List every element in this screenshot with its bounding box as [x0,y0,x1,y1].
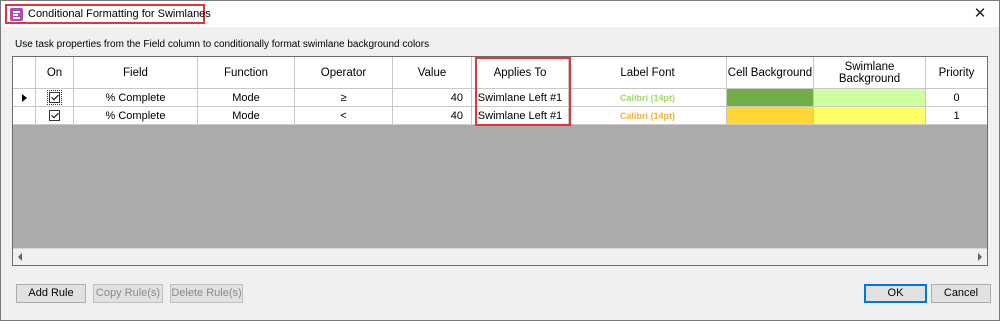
header-priority[interactable]: Priority [926,57,987,89]
swimlane-background-swatch[interactable] [814,89,926,107]
label-font-cell[interactable]: Calibri (14pt) [569,89,727,107]
table-row[interactable]: % Complete Mode < 40 Swimlane Left #1 Ca… [13,107,987,125]
grid-header-row: On Field Function Operator Value Applies… [13,57,987,89]
cancel-button[interactable]: Cancel [931,284,991,303]
function-cell[interactable]: Mode [198,89,295,107]
header-selector [13,57,36,89]
conditional-format-icon [10,8,23,21]
on-cell[interactable] [36,89,74,107]
priority-cell[interactable]: 1 [926,107,987,125]
header-function[interactable]: Function [198,57,295,89]
instructions-text: Use task properties from the Field colum… [15,39,430,50]
header-field[interactable]: Field [74,57,198,89]
current-row-arrow-icon [21,93,27,102]
value-cell[interactable]: 40 [393,89,472,107]
header-applies-to[interactable]: Applies To [472,57,569,89]
add-rule-button[interactable]: Add Rule [16,284,86,303]
on-checkbox[interactable] [47,90,62,105]
header-operator[interactable]: Operator [295,57,393,89]
scroll-right-arrow-icon[interactable] [978,253,982,261]
cell-background-swatch[interactable] [727,107,814,125]
operator-cell[interactable]: < [295,107,393,125]
table-row[interactable]: % Complete Mode ≥ 40 Swimlane Left #1 Ca… [13,89,987,107]
horizontal-scrollbar[interactable] [13,248,987,265]
row-selector[interactable] [13,89,36,107]
dialog-title: Conditional Formatting for Swimlanes [28,8,211,20]
title-bar: Conditional Formatting for Swimlanes ✕ [1,1,999,27]
priority-cell[interactable]: 0 [926,89,987,107]
dialog-window: Conditional Formatting for Swimlanes ✕ U… [0,0,1000,321]
on-checkbox[interactable] [49,110,60,121]
applies-to-cell[interactable]: Swimlane Left #1 [472,107,569,125]
header-label-font[interactable]: Label Font [569,57,727,89]
close-icon[interactable]: ✕ [969,3,991,25]
scroll-left-arrow-icon[interactable] [18,253,22,261]
label-font-cell[interactable]: Calibri (14pt) [569,107,727,125]
row-selector[interactable] [13,107,36,125]
operator-cell[interactable]: ≥ [295,89,393,107]
copy-rules-button[interactable]: Copy Rule(s) [93,284,163,303]
ok-button[interactable]: OK [864,284,927,303]
delete-rules-button[interactable]: Delete Rule(s) [170,284,243,303]
swimlane-background-swatch[interactable] [814,107,926,125]
header-value[interactable]: Value [393,57,472,89]
field-cell[interactable]: % Complete [74,89,198,107]
header-on[interactable]: On [36,57,74,89]
header-swimlane-background[interactable]: Swimlane Background [814,57,926,89]
field-cell[interactable]: % Complete [74,107,198,125]
on-cell[interactable] [36,107,74,125]
header-cell-background[interactable]: Cell Background [727,57,814,89]
applies-to-cell[interactable]: Swimlane Left #1 [472,89,569,107]
function-cell[interactable]: Mode [198,107,295,125]
rules-grid[interactable]: On Field Function Operator Value Applies… [12,56,988,266]
cell-background-swatch[interactable] [727,89,814,107]
value-cell[interactable]: 40 [393,107,472,125]
